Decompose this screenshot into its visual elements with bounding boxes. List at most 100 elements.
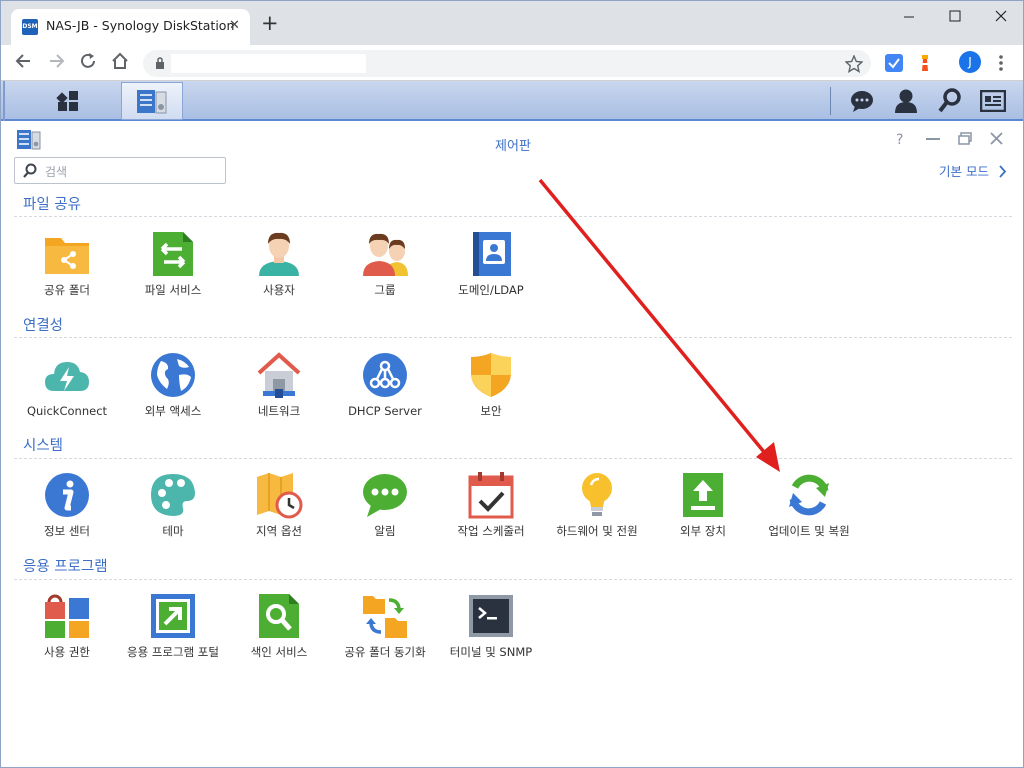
close-window-button[interactable] (978, 7, 1023, 35)
tab-close-icon[interactable]: ✕ (229, 18, 240, 33)
section-divider (14, 216, 1012, 217)
section-title-system: 시스템 (23, 438, 64, 454)
basic-mode-label: 기본 모드 (939, 164, 990, 179)
item-update-restore[interactable]: 업데이트 및 복원 (756, 471, 862, 539)
url-text (171, 54, 366, 73)
item-external-devices[interactable]: 외부 장치 (650, 471, 756, 539)
group-icon (363, 233, 408, 276)
item-label: 네트워크 (257, 404, 301, 418)
network-icon (257, 352, 301, 398)
item-file-services[interactable]: 파일 서비스 (120, 230, 226, 298)
item-domain-ldap[interactable]: 도메인/LDAP (438, 230, 544, 298)
item-network[interactable]: 네트워크 (226, 351, 332, 419)
search-icon[interactable] (938, 88, 962, 114)
chat-icon[interactable] (850, 89, 874, 113)
restore-icon[interactable] (958, 132, 972, 145)
item-hardware-power[interactable]: 하드웨어 및 전원 (544, 471, 650, 539)
item-label: 색인 서비스 (250, 645, 308, 659)
extension-lighthouse-icon[interactable] (917, 53, 933, 73)
terminal-snmp-icon (469, 595, 513, 637)
item-label: 공유 폴더 (44, 283, 90, 297)
item-security[interactable]: 보안 (438, 351, 544, 419)
window-title: 제어판 (495, 139, 531, 154)
new-tab-button[interactable]: + (261, 13, 279, 34)
item-label: 지역 옵션 (256, 524, 302, 538)
item-label: 응용 프로그램 포털 (127, 645, 219, 659)
item-task-scheduler[interactable]: 작업 스케줄러 (438, 471, 544, 539)
quickconnect-icon (45, 362, 89, 391)
item-info-center[interactable]: 정보 센터 (14, 471, 120, 539)
external-devices-icon (683, 473, 723, 517)
reload-icon[interactable] (79, 52, 97, 70)
item-label: 알림 (374, 524, 396, 538)
application-portal-icon (151, 594, 195, 638)
profile-avatar[interactable]: J (959, 51, 981, 73)
item-label: 작업 스케줄러 (457, 524, 525, 538)
basic-mode-link[interactable]: 기본 모드 (939, 161, 1007, 180)
user-account-icon[interactable] (894, 88, 918, 114)
minimize-icon[interactable] (926, 138, 940, 141)
domain-ldap-icon (473, 232, 511, 276)
dsm-taskbar (1, 81, 1023, 121)
section-divider (14, 337, 1012, 338)
extension-check-icon[interactable] (885, 54, 903, 72)
item-application-portal[interactable]: 응용 프로그램 포털 (120, 592, 226, 660)
item-label: 외부 액세스 (144, 404, 202, 418)
widgets-icon[interactable] (980, 90, 1006, 112)
privileges-icon (45, 594, 89, 638)
item-label: 도메인/LDAP (458, 283, 524, 297)
item-label: 그룹 (374, 283, 396, 297)
item-privileges[interactable]: 사용 권한 (14, 592, 120, 660)
minimize-button[interactable] (886, 7, 932, 35)
section-title-connectivity: 연결성 (23, 318, 64, 334)
browser-tab[interactable]: DSM NAS-JB - Synology DiskStation ✕ (11, 9, 250, 45)
control-panel-taskbar-button[interactable] (121, 82, 183, 120)
item-label: 터미널 및 SNMP (449, 645, 533, 659)
update-restore-icon (789, 474, 829, 516)
control-panel-icon (137, 90, 167, 114)
search-input[interactable]: 검색 (14, 157, 226, 184)
item-dhcp-server[interactable]: DHCP Server (332, 351, 438, 419)
item-user[interactable]: 사용자 (226, 230, 332, 298)
item-notification[interactable]: 알림 (332, 471, 438, 539)
item-quickconnect[interactable]: QuickConnect (14, 351, 120, 419)
bookmark-star-icon[interactable] (845, 55, 863, 73)
annotation-arrow (538, 178, 780, 472)
item-shared-folder-sync[interactable]: 공유 폴더 동기화 (332, 592, 438, 660)
search-icon (23, 163, 37, 178)
lock-icon (156, 57, 164, 69)
close-icon[interactable] (990, 132, 1003, 145)
address-bar[interactable] (143, 50, 871, 77)
item-regional-options[interactable]: 지역 옵션 (226, 471, 332, 539)
item-label: 사용 권한 (44, 645, 90, 659)
main-menu-icon (56, 91, 78, 111)
info-center-icon (45, 473, 89, 517)
forward-icon[interactable] (47, 52, 65, 70)
item-shared-folder[interactable]: 공유 폴더 (14, 230, 120, 298)
item-label: 테마 (162, 524, 184, 538)
item-label: 파일 서비스 (144, 283, 202, 297)
menu-kebab-icon[interactable] (998, 54, 1004, 72)
item-external-access[interactable]: 외부 액세스 (120, 351, 226, 419)
item-label: DHCP Server (348, 404, 422, 418)
regional-options-icon (257, 473, 303, 519)
maximize-button[interactable] (932, 7, 978, 35)
tab-strip: DSM NAS-JB - Synology DiskStation ✕ + (1, 1, 1023, 45)
file-services-icon (153, 232, 193, 276)
item-theme[interactable]: 테마 (120, 471, 226, 539)
notification-icon (363, 474, 407, 517)
item-label: 업데이트 및 복원 (768, 524, 850, 538)
section-divider (14, 579, 1012, 580)
back-icon[interactable] (15, 52, 33, 70)
help-button[interactable]: ? (896, 132, 903, 148)
search-placeholder: 검색 (45, 165, 68, 179)
hardware-power-icon (582, 473, 612, 516)
section-title-file-sharing: 파일 공유 (23, 197, 81, 213)
home-icon[interactable] (110, 52, 130, 70)
item-terminal-snmp[interactable]: 터미널 및 SNMP (438, 592, 544, 660)
item-group[interactable]: 그룹 (332, 230, 438, 298)
item-indexing-service[interactable]: 색인 서비스 (226, 592, 332, 660)
shared-folder-sync-icon (363, 596, 407, 638)
tab-title: NAS-JB - Synology DiskStation (46, 18, 235, 33)
main-menu-button[interactable] (23, 82, 113, 120)
